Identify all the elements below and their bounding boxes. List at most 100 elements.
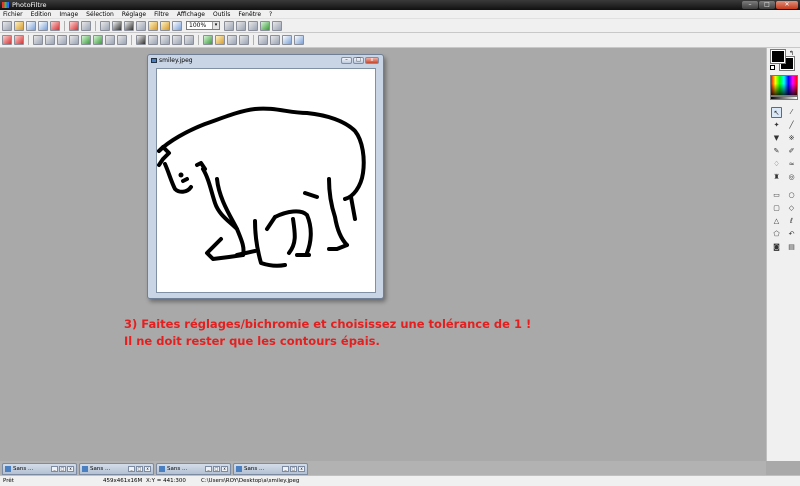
saturation-plus-icon[interactable] [81,35,91,45]
paste-icon[interactable] [124,20,134,31]
chevron-down-icon[interactable]: ▾ [212,22,219,29]
menu-help[interactable]: ? [269,11,272,18]
minimized-window[interactable]: Sans ... _ □ x [233,463,308,475]
minimized-window[interactable]: Sans ... _ □ x [79,463,154,475]
contrast-minus-icon[interactable] [69,35,79,45]
pointer-tool-icon[interactable]: ↖ [771,107,782,118]
negative-icon[interactable] [239,35,249,45]
flip-vertical-icon[interactable] [270,35,280,45]
close-button[interactable]: x [67,466,74,472]
menu-affichage[interactable]: Affichage [177,11,205,18]
grid-icon[interactable]: ▤ [786,242,797,253]
brush-icon[interactable]: ✎ [771,146,782,157]
rotate-left-icon[interactable] [282,35,292,45]
maximize-button[interactable]: □ [759,1,775,9]
auto-level-icon[interactable] [2,35,12,45]
lasso-icon[interactable]: ℓ [786,216,797,227]
minimize-button[interactable]: – [742,1,758,9]
smudge-icon[interactable]: ≈ [786,159,797,170]
maximize-button[interactable]: □ [136,466,143,472]
diamond-select-icon[interactable]: ◇ [786,203,797,214]
open-folder-icon[interactable] [14,20,24,31]
restore-button[interactable]: _ [128,466,135,472]
undo-icon[interactable] [69,20,79,31]
mask-icon[interactable]: ◙ [771,242,782,253]
color-balance-icon[interactable] [203,35,213,45]
maximize-button[interactable]: □ [290,466,297,472]
fill-bucket-icon[interactable]: ▼ [771,133,782,144]
save-icon[interactable] [26,20,36,31]
sepia-icon[interactable] [148,35,158,45]
grayscale-icon[interactable] [136,35,146,45]
close-button[interactable]: x [298,466,305,472]
maximize-button[interactable]: □ [59,466,66,472]
spray-icon[interactable]: ※ [786,133,797,144]
saturation-minus-icon[interactable] [93,35,103,45]
fullscreen-icon[interactable] [272,20,282,31]
cut-icon[interactable] [100,20,110,31]
reset-colors-icon[interactable] [770,65,775,70]
resize-icon[interactable] [160,20,170,31]
magic-wand-icon[interactable]: ✦ [771,120,782,131]
restore-button[interactable]: _ [282,466,289,472]
rounded-rect-icon[interactable]: ▢ [771,203,782,214]
crop-icon[interactable] [148,20,158,31]
rotate-right-icon[interactable] [294,35,304,45]
sharpen-icon[interactable] [172,35,182,45]
new-file-icon[interactable] [2,20,12,31]
line-tool-icon[interactable]: ╱ [786,120,797,131]
menu-filtre[interactable]: Filtre [154,11,169,18]
foreground-color-swatch[interactable] [770,49,786,64]
paste-new-icon[interactable] [136,20,146,31]
zoom-select[interactable]: 100% ▾ [186,21,220,30]
contrast-plus-icon[interactable] [57,35,67,45]
soften-icon[interactable] [184,35,194,45]
menu-fichier[interactable]: Fichier [3,11,23,18]
rectangle-select-icon[interactable]: ▭ [771,190,782,201]
swap-colors-icon[interactable]: ↰ [789,50,794,57]
triangle-select-icon[interactable]: △ [771,216,782,227]
flip-horizontal-icon[interactable] [258,35,268,45]
menu-fenetre[interactable]: Fenêtre [238,11,261,18]
stamp-icon[interactable]: ♜ [771,172,782,183]
zoom-fit-icon[interactable] [260,20,270,31]
blur-icon[interactable] [160,35,170,45]
zoom-actual-icon[interactable] [248,20,258,31]
gamma-minus-icon[interactable] [117,35,127,45]
undo-arrow-icon[interactable]: ↶ [786,229,797,240]
rgb-adjust-icon[interactable] [215,35,225,45]
menu-outils[interactable]: Outils [213,11,230,18]
save-as-icon[interactable] [38,20,48,31]
menu-edition[interactable]: Edition [31,11,52,18]
menu-reglage[interactable]: Réglage [122,11,146,18]
ellipse-select-icon[interactable]: ○ [786,190,797,201]
menu-image[interactable]: Image [59,11,78,18]
canvas-size-icon[interactable] [172,20,182,31]
maximize-button[interactable]: □ [213,466,220,472]
restore-button[interactable]: _ [51,466,58,472]
eyedropper-icon[interactable]: ⁄ [786,107,797,118]
clone-icon[interactable]: ◎ [786,172,797,183]
auto-contrast-icon[interactable] [14,35,24,45]
image-maximize-button[interactable]: □ [353,57,364,64]
image-minimize-button[interactable]: – [341,57,352,64]
image-close-button[interactable]: x [365,57,379,64]
close-button[interactable]: x [221,466,228,472]
minimized-window[interactable]: Sans ... _ □ x [2,463,77,475]
polygon-select-icon[interactable]: ⬠ [771,229,782,240]
blur-drop-icon[interactable]: ♢ [771,159,782,170]
brightness-minus-icon[interactable] [45,35,55,45]
close-button[interactable]: ✕ [776,1,798,9]
gamma-plus-icon[interactable] [105,35,115,45]
color-palette[interactable] [770,75,798,96]
close-button[interactable]: x [144,466,151,472]
copy-icon[interactable] [112,20,122,31]
print-icon[interactable] [50,20,60,31]
image-window[interactable]: smiley.jpeg – □ x [147,54,384,299]
menu-selection[interactable]: Sélection [86,11,114,18]
zoom-in-icon[interactable] [224,20,234,31]
brightness-plus-icon[interactable] [33,35,43,45]
image-canvas[interactable] [156,68,376,293]
pencil-icon[interactable]: ✐ [786,146,797,157]
hue-icon[interactable] [227,35,237,45]
